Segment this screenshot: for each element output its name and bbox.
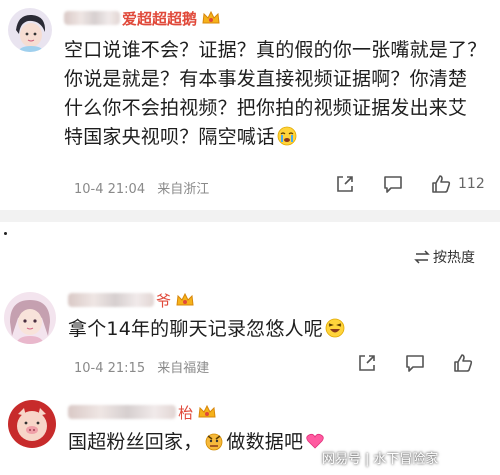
comment-date: 10-4 21:04 [74,182,146,197]
comment-date: 10-4 21:15 [74,361,146,376]
crown-icon [198,404,216,418]
blurred-username [68,293,154,307]
reply-button[interactable] [382,173,404,195]
share-button[interactable] [356,352,378,374]
comment-line: 特国家央视呗？隔空喊话 [64,126,276,148]
share-icon [337,176,353,192]
username-row: 爷 [68,290,195,310]
comment-text: 国超粉丝回家， 做数据吧 [68,430,325,455]
like-button[interactable]: 112 [430,173,485,195]
comment-line: 你说是就是？有本事发直接视频证据啊？你清楚 [64,68,468,90]
crown-icon [202,10,220,24]
comment-line: 空口说谁不会？证据？真的假的你一张嘴就是了？ [64,39,487,61]
sort-label: 按热度 [433,250,475,266]
username-row: 枱 [68,402,217,422]
sort-toggle[interactable]: 按热度 [414,247,475,267]
watermark: 网易号 | 水下冒险家 [322,448,438,467]
thumbs-up-icon [454,354,473,372]
comment-line-wrap: 国超粉丝回家， 做数据吧 [68,430,325,455]
comment-bubble-icon [384,176,402,193]
comment-text: 拿个14年的聊天记录忽悠人呢 [68,317,345,342]
watermark-separator: | [365,452,370,467]
divider-dot [4,232,7,235]
username[interactable]: 枱 [178,402,193,423]
like-button[interactable] [452,352,474,374]
avatar[interactable] [4,292,56,344]
thumbs-up-icon [432,175,451,193]
avatar[interactable] [8,400,56,448]
comment-meta: 10-4 21:04 来自浙江 [74,178,209,197]
share-button[interactable] [334,173,356,195]
comment-line-wrap: 拿个14年的聊天记录忽悠人呢 [68,317,345,342]
username-row: 爱超超超鹅 [64,8,221,28]
like-count: 112 [458,176,485,192]
reply-button[interactable] [404,352,426,374]
blurred-username [68,405,176,419]
comment-location: 来自浙江 [157,182,210,197]
comment-location: 来自福建 [157,361,210,376]
watermark-author: 水下冒险家 [373,452,439,467]
username[interactable]: 爷 [156,290,171,311]
watermark-source: 网易号 [322,452,362,467]
comment-bubble-icon [406,355,424,372]
comment-line: 做数据吧 [226,431,304,453]
avatar[interactable] [8,8,52,52]
crying-emoji-icon [277,126,297,146]
section-divider [0,210,500,222]
comment-line: 什么你不会拍视频？把你拍的视频证据发出来艾 [64,97,468,119]
laughing-emoji-icon [325,318,345,338]
comment-actions: 112 [308,173,485,195]
comment-line-wrap: 特国家央视呗？隔空喊话 [64,125,486,150]
blurred-username [64,11,120,25]
comment-text: 空口说谁不会？证据？真的假的你一张嘴就是了？ 你说是就是？有本事发直接视频证据啊… [64,38,486,150]
comment-1: 爱超超超鹅 空口说谁不会？证据？真的假的你一张嘴就是了？ 你说是就是？有本事发直… [0,0,500,210]
sort-icon [414,250,430,264]
username[interactable]: 爱超超超鹅 [122,8,197,29]
comment-2: 爷 拿个14年的聊天记录忽悠人呢 10-4 21:15 来自福建 [0,282,500,392]
comment-line: 国超粉丝回家， [68,431,203,453]
comment-actions [330,352,474,374]
comment-line: 拿个14年的聊天记录忽悠人呢 [68,318,323,340]
mad-emoji-icon [206,433,223,451]
share-icon [359,355,375,371]
comment-meta: 10-4 21:15 来自福建 [74,357,209,376]
crown-icon [176,292,194,306]
